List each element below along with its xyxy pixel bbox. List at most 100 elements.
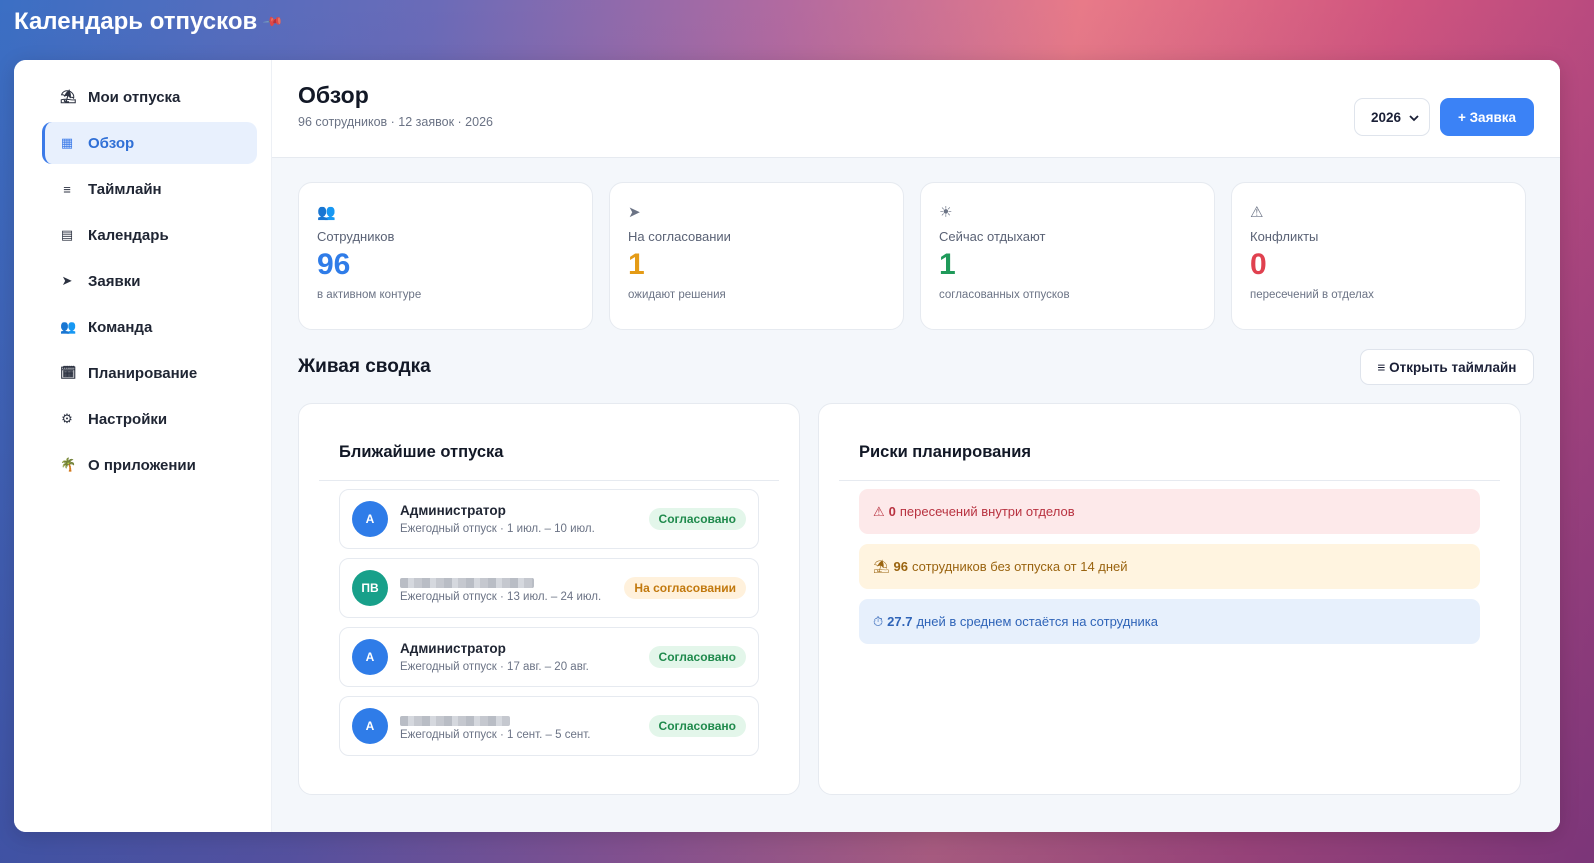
umbrella-icon: ⛱ <box>60 89 77 104</box>
risks-list: ⚠ 0 пересечений внутри отделов ⛱ 96 сотр… <box>819 481 1520 644</box>
vacation-meta: Ежегодный отпуск · 1 сент. – 5 сент. <box>400 728 591 741</box>
sidebar-item-label: Мои отпуска <box>88 88 181 106</box>
sidebar-item-label: Таймлайн <box>88 180 162 198</box>
people-icon: 👥 <box>317 204 336 221</box>
status-badge: Согласовано <box>648 715 746 737</box>
stat-card-on-vacation: ☀ Сейчас отдыхают 1 согласованных отпуск… <box>920 182 1215 330</box>
stat-note: согласованных отпусков <box>939 288 1070 301</box>
redacted-name <box>400 715 510 726</box>
list-item[interactable]: ПВ Ежегодный отпуск · 13 июл. – 24 июл. … <box>339 558 759 618</box>
upcoming-list: А Администратор Ежегодный отпуск · 1 июл… <box>299 481 799 756</box>
overview-content: 👥 Сотрудников 96 в активном контуре ➤ На… <box>272 158 1560 795</box>
avatar: А <box>352 501 388 537</box>
year-select-value: 2026 <box>1371 109 1402 125</box>
chevron-down-icon <box>1409 110 1419 125</box>
stat-card-pending: ➤ На согласовании 1 ожидают решения <box>609 182 904 330</box>
stat-value: 1 <box>628 248 645 281</box>
new-request-button[interactable]: + Заявка <box>1440 98 1534 136</box>
summary-header: Живая сводка ≡ Открыть таймлайн <box>298 348 1534 386</box>
vacation-meta: Ежегодный отпуск · 1 июл. – 10 июл. <box>400 523 595 535</box>
pin-icon[interactable]: 📌 <box>262 11 285 34</box>
warning-icon: ⚠ <box>873 503 885 519</box>
status-badge: На согласовании <box>624 577 746 599</box>
stat-value: 96 <box>317 248 351 281</box>
sidebar-item-team[interactable]: 👥 Команда <box>42 306 257 348</box>
stat-card-employees: 👥 Сотрудников 96 в активном контуре <box>298 182 593 330</box>
risk-text: пересечений внутри отделов <box>899 504 1075 519</box>
people-icon: 👥 <box>60 319 77 334</box>
calendar-day-icon: 🗓 <box>60 365 77 380</box>
sidebar-item-label: Календарь <box>88 226 169 244</box>
upcoming-title: Ближайшие отпуска <box>339 443 504 461</box>
umbrella-icon: ⛱ <box>873 558 890 574</box>
risk-no-vacation: ⛱ 96 сотрудников без отпуска от 14 дней <box>859 544 1480 589</box>
send-icon: ➤ <box>628 204 641 221</box>
page-header: Обзор 96 сотрудников · 12 заявок · 2026 … <box>272 60 1560 158</box>
risk-value: 0 <box>888 504 896 519</box>
sidebar-item-label: Обзор <box>88 134 135 152</box>
risk-remaining-days: ⏱ 27.7 дней в среднем остаётся на сотруд… <box>859 599 1480 644</box>
grid-icon: ▦ <box>60 135 74 150</box>
upcoming-vacations-panel: Ближайшие отпуска А Администратор Ежегод… <box>298 403 800 795</box>
app-title: Календарь отпусков 📌 <box>14 8 285 36</box>
risk-value: 96 <box>893 559 908 574</box>
redacted-name <box>400 577 534 588</box>
vacation-text: Ежегодный отпуск · 13 июл. – 24 июл. <box>400 574 624 603</box>
sun-icon: ☀ <box>939 204 953 221</box>
vacation-meta: Ежегодный отпуск · 17 авг. – 20 авг. <box>400 661 589 673</box>
sidebar-item-calendar[interactable]: ▤ Календарь <box>42 214 257 256</box>
summary-title: Живая сводка <box>298 356 431 377</box>
header-actions: 2026 + Заявка <box>1354 98 1534 136</box>
stat-label: На согласовании <box>628 229 731 244</box>
list-item[interactable]: А Администратор Ежегодный отпуск · 17 ав… <box>339 627 759 687</box>
stat-value: 0 <box>1250 248 1267 281</box>
vacation-text: Ежегодный отпуск · 1 сент. – 5 сент. <box>400 712 649 741</box>
palm-tree-icon: 🌴 <box>60 457 77 472</box>
main-content: Обзор 96 сотрудников · 12 заявок · 2026 … <box>272 60 1560 832</box>
year-select[interactable]: 2026 <box>1354 98 1430 136</box>
page-title: Обзор <box>298 82 369 108</box>
vacation-meta: Ежегодный отпуск · 13 июл. – 24 июл. <box>400 590 602 603</box>
stats-row: 👥 Сотрудников 96 в активном контуре ➤ На… <box>298 182 1534 330</box>
gear-icon: ⚙ <box>61 411 73 426</box>
avatar: А <box>352 639 388 675</box>
lines-icon: ≡ <box>63 181 71 197</box>
sidebar-item-settings[interactable]: ⚙ Настройки <box>42 398 257 440</box>
sidebar-item-about[interactable]: 🌴 О приложении <box>42 444 257 486</box>
sidebar-item-label: О приложении <box>88 456 196 474</box>
avatar: А <box>352 708 388 744</box>
summary-panels: Ближайшие отпуска А Администратор Ежегод… <box>298 403 1534 795</box>
send-icon: ➤ <box>61 273 73 288</box>
warning-icon: ⚠ <box>1250 204 1264 221</box>
list-item[interactable]: А Ежегодный отпуск · 1 сент. – 5 сент. С… <box>339 696 759 756</box>
stat-note: пересечений в отделах <box>1250 288 1374 301</box>
stat-note: в активном контуре <box>317 288 422 301</box>
stat-value: 1 <box>939 248 956 281</box>
avatar: ПВ <box>352 570 388 606</box>
stat-card-conflicts: ⚠ Конфликты 0 пересечений в отделах <box>1231 182 1526 330</box>
sidebar-item-my-vacations[interactable]: ⛱ Мои отпуска <box>42 76 257 118</box>
risk-text: дней в среднем остаётся на сотрудника <box>916 614 1158 629</box>
employee-name: Администратор <box>400 641 506 656</box>
sidebar-item-overview[interactable]: ▦ Обзор <box>42 122 257 164</box>
sidebar-item-requests[interactable]: ➤ Заявки <box>42 260 257 302</box>
open-timeline-button[interactable]: ≡ Открыть таймлайн <box>1360 349 1534 385</box>
stat-label: Сотрудников <box>317 229 395 244</box>
app-window: ⛱ Мои отпуска ▦ Обзор ≡ Таймлайн ▤ Кален… <box>14 60 1560 832</box>
vacation-text: Администратор Ежегодный отпуск · 17 авг.… <box>400 641 649 673</box>
risk-conflicts: ⚠ 0 пересечений внутри отделов <box>859 489 1480 534</box>
sidebar-item-label: Настройки <box>88 410 168 428</box>
list-item[interactable]: А Администратор Ежегодный отпуск · 1 июл… <box>339 489 759 549</box>
vacation-text: Администратор Ежегодный отпуск · 1 июл. … <box>400 503 649 535</box>
calendar-icon: ▤ <box>60 227 74 242</box>
sidebar-item-label: Заявки <box>88 272 141 290</box>
status-badge: Согласовано <box>648 646 746 668</box>
employee-name: Администратор <box>400 503 506 518</box>
status-badge: Согласовано <box>648 508 746 530</box>
sidebar-item-planning[interactable]: 🗓 Планирование <box>42 352 257 394</box>
risks-title: Риски планирования <box>859 443 1032 461</box>
sidebar-item-timeline[interactable]: ≡ Таймлайн <box>42 168 257 210</box>
risk-value: 27.7 <box>887 614 913 629</box>
sidebar-item-label: Команда <box>88 318 153 336</box>
sidebar-item-label: Планирование <box>88 364 198 382</box>
